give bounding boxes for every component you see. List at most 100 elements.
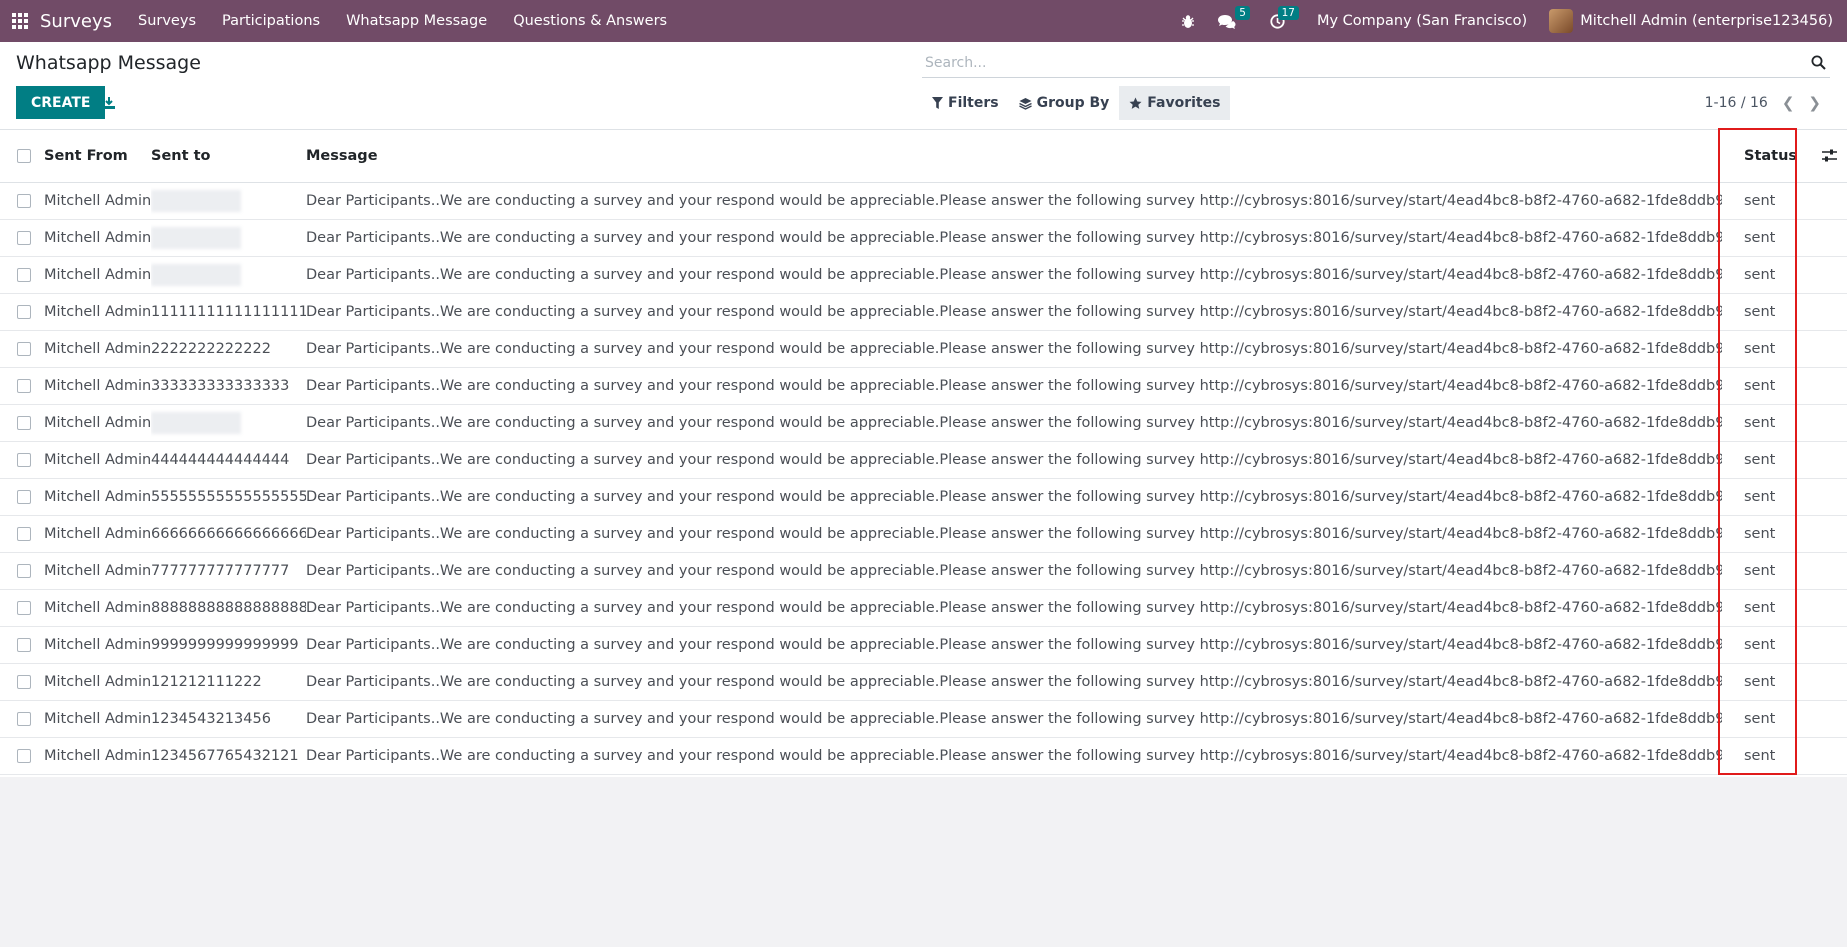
message-cell: Dear Participants..We are conducting a s… <box>306 552 1722 590</box>
row-checkbox-cell <box>0 219 44 257</box>
row-checkbox[interactable] <box>17 415 31 430</box>
table-row[interactable]: Mitchell Admin 777777777777777 Dear Partic… <box>0 552 1847 590</box>
empty-cell <box>1800 515 1847 553</box>
status-cell: sent <box>1722 367 1800 405</box>
table-row[interactable]: Mitchell Admin 121212111222 Dear Participa… <box>0 663 1847 701</box>
search-icon[interactable] <box>1811 55 1826 74</box>
row-checkbox-cell <box>0 330 44 368</box>
sent-to-cell: 777777777777777 <box>151 552 306 590</box>
table-row[interactable]: Mitchell Admin 9999999999999999 Dear Parti… <box>0 626 1847 664</box>
app-brand[interactable]: Surveys <box>40 11 112 32</box>
search-input[interactable] <box>922 48 1830 77</box>
row-checkbox[interactable] <box>17 304 31 319</box>
sent-to-cell: 11111111111111111 <box>151 293 306 331</box>
user-avatar <box>1549 9 1574 33</box>
empty-cell <box>1800 256 1847 294</box>
row-checkbox[interactable] <box>17 748 31 763</box>
message-cell: Dear Participants..We are conducting a s… <box>306 515 1722 553</box>
table-row[interactable]: Mitchell Admin 666666666666666666 Dear Par… <box>0 515 1847 553</box>
row-checkbox[interactable] <box>17 563 31 578</box>
select-all-checkbox[interactable] <box>17 148 31 163</box>
row-checkbox[interactable] <box>17 600 31 615</box>
download-icon[interactable] <box>100 94 118 112</box>
empty-cell <box>1800 700 1847 738</box>
user-menu[interactable]: Mitchell Admin (enterprise123456) <box>1549 9 1833 33</box>
sent-from-cell: Mitchell Admin <box>44 219 151 257</box>
table-row[interactable]: Mitchell Admin 444444444444444 Dear Partic… <box>0 441 1847 479</box>
table-row[interactable]: Mitchell Admin 1234567765432121 Dear Parti… <box>0 737 1847 775</box>
message-cell: Dear Participants..We are conducting a s… <box>306 663 1722 701</box>
column-sent-from[interactable]: Sent From <box>44 130 151 183</box>
row-checkbox[interactable] <box>17 230 31 245</box>
table-row[interactable]: Mitchell Admin 333333333333333 Dear Partic… <box>0 367 1847 405</box>
menu-questions-answers[interactable]: Questions & Answers <box>513 13 667 29</box>
filter-icon <box>932 97 943 109</box>
search-options: Filters Group By Favorites <box>922 86 1231 120</box>
row-checkbox-cell <box>0 404 44 442</box>
sent-from-cell: Mitchell Admin <box>44 663 151 701</box>
empty-cell <box>1800 626 1847 664</box>
status-cell: sent <box>1722 478 1800 516</box>
row-checkbox[interactable] <box>17 526 31 541</box>
create-button[interactable]: CREATE <box>16 86 106 119</box>
debug-bug-icon[interactable] <box>1181 14 1195 29</box>
select-all-cell <box>0 130 44 183</box>
row-checkbox[interactable] <box>17 674 31 689</box>
row-checkbox-cell <box>0 626 44 664</box>
table-row[interactable]: Mitchell Admin 555555555555555555 Dear Par… <box>0 478 1847 516</box>
row-checkbox[interactable] <box>17 489 31 504</box>
table-row[interactable]: Mitchell Admin 2222222222222 Dear Particip… <box>0 330 1847 368</box>
message-cell: Dear Participants..We are conducting a s… <box>306 367 1722 405</box>
menu-surveys[interactable]: Surveys <box>138 13 196 29</box>
column-message[interactable]: Message <box>306 130 1722 183</box>
empty-cell <box>1800 404 1847 442</box>
menu-whatsapp-message[interactable]: Whatsapp Message <box>346 13 487 29</box>
message-cell: Dear Participants..We are conducting a s… <box>306 441 1722 479</box>
star-icon <box>1129 97 1142 109</box>
column-status[interactable]: Status <box>1722 130 1800 183</box>
table-row[interactable]: Mitchell Admin 1234543213456 Dear Particip… <box>0 700 1847 738</box>
redacted-number <box>151 263 241 286</box>
table-row[interactable]: Mitchell Admin 88888888888888888 Dear Part… <box>0 589 1847 627</box>
group-by-label: Group By <box>1036 95 1110 111</box>
row-checkbox[interactable] <box>17 341 31 356</box>
status-cell: sent <box>1722 663 1800 701</box>
table-row[interactable]: Mitchell Admin 11111111111111111 Dear Part… <box>0 293 1847 331</box>
row-checkbox[interactable] <box>17 378 31 393</box>
table-row[interactable]: Mitchell Admin Dear Participants..We are … <box>0 182 1847 220</box>
row-checkbox-cell <box>0 589 44 627</box>
row-checkbox-cell <box>0 293 44 331</box>
list-view: Sent From Sent to Message Status Mitchel… <box>0 130 1847 777</box>
optional-columns-sliders-icon[interactable] <box>1822 149 1837 162</box>
control-panel: Whatsapp Message CREATE Filters Group By… <box>0 42 1847 130</box>
pager-value[interactable]: 1-16 / 16 <box>1705 95 1768 111</box>
row-checkbox[interactable] <box>17 452 31 467</box>
apps-menu-icon[interactable] <box>0 0 40 42</box>
table-row[interactable]: Mitchell Admin Dear Participants..We are … <box>0 256 1847 294</box>
sent-from-cell: Mitchell Admin <box>44 182 151 220</box>
filters-button[interactable]: Filters <box>922 86 1009 120</box>
sent-from-cell: Mitchell Admin <box>44 589 151 627</box>
row-checkbox-cell <box>0 737 44 775</box>
empty-cell <box>1800 663 1847 701</box>
row-checkbox[interactable] <box>17 193 31 208</box>
table-row[interactable]: Mitchell Admin Dear Participants..We are … <box>0 219 1847 257</box>
company-switcher[interactable]: My Company (San Francisco) <box>1317 13 1527 29</box>
messages-icon[interactable]: 5 <box>1217 5 1250 29</box>
row-checkbox[interactable] <box>17 711 31 726</box>
menu-participations[interactable]: Participations <box>222 13 320 29</box>
sent-to-cell <box>151 219 306 257</box>
group-by-button[interactable]: Group By <box>1009 86 1120 120</box>
sent-to-cell: 121212111222 <box>151 663 306 701</box>
favorites-button[interactable]: Favorites <box>1119 86 1231 120</box>
sent-to-cell <box>151 182 306 220</box>
redacted-number <box>151 411 241 434</box>
column-sent-to[interactable]: Sent to <box>151 130 306 183</box>
pager-previous-icon[interactable]: ❮ <box>1782 94 1795 112</box>
activities-clock-icon[interactable]: 17 <box>1270 5 1299 29</box>
row-checkbox[interactable] <box>17 267 31 282</box>
row-checkbox[interactable] <box>17 637 31 652</box>
pager-next-icon[interactable]: ❯ <box>1808 94 1821 112</box>
message-cell: Dear Participants..We are conducting a s… <box>306 478 1722 516</box>
table-row[interactable]: Mitchell Admin Dear Participants..We are … <box>0 404 1847 442</box>
